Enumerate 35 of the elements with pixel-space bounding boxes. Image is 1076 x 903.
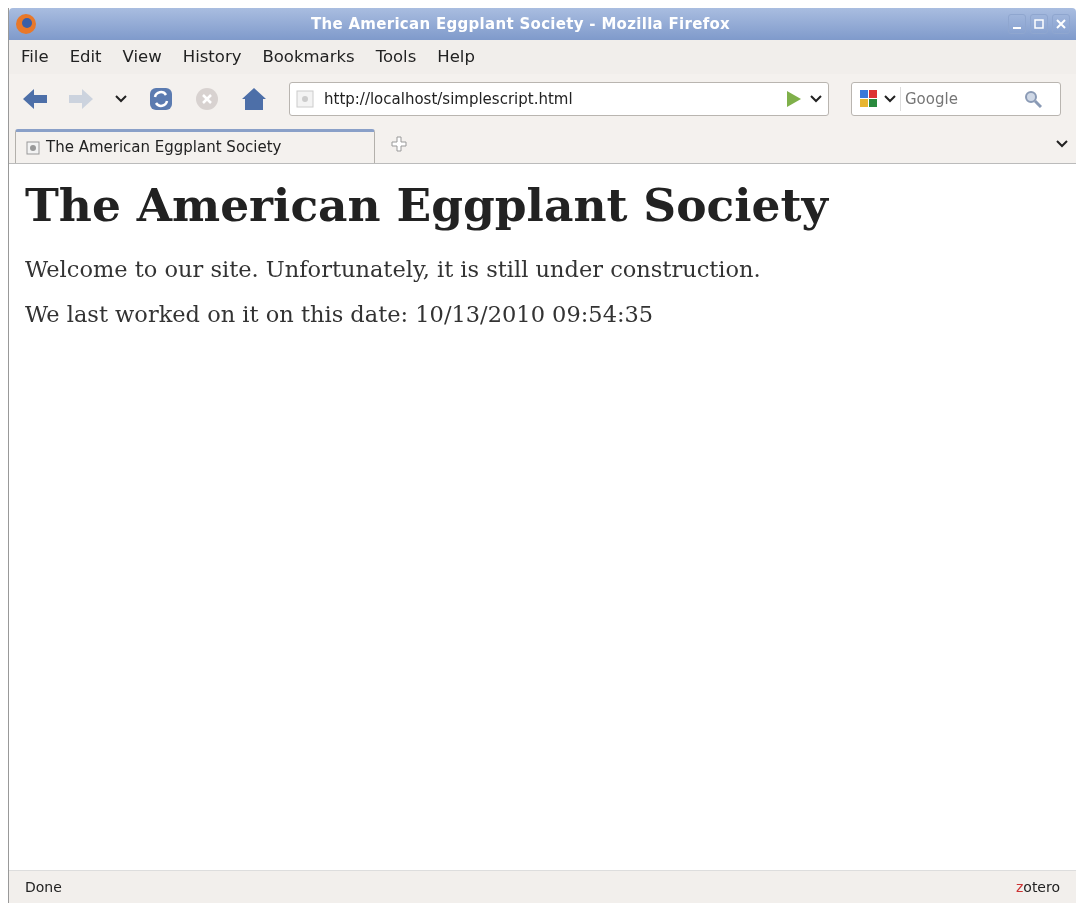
maximize-button[interactable] <box>1030 14 1048 34</box>
search-engine-icon[interactable] <box>858 88 880 110</box>
minimize-icon <box>1013 27 1021 29</box>
page-icon <box>296 90 314 108</box>
menu-item[interactable]: Edit <box>69 44 102 70</box>
reload-icon[interactable] <box>149 87 173 111</box>
page-heading: The American Eggplant Society <box>25 178 830 233</box>
maximize-icon <box>1034 19 1044 29</box>
menu-item[interactable]: History <box>182 44 242 70</box>
search-icon[interactable] <box>1024 90 1042 108</box>
home-icon[interactable] <box>241 87 267 111</box>
back-arrow-icon[interactable] <box>23 89 47 109</box>
minimize-button[interactable] <box>1008 14 1026 34</box>
dropdown-caret-icon[interactable] <box>810 95 822 103</box>
menu-item[interactable]: File <box>21 44 49 70</box>
paragraph: We last worked on it on this date: 10/13/2010 09:54:35 <box>25 300 655 330</box>
address-bar[interactable]: http://localhost/simplescript.html <box>289 82 829 116</box>
paragraph: Welcome to our site. Unfortunately, it is still under construction. <box>25 254 762 284</box>
tab-list-caret-icon[interactable] <box>1056 140 1068 148</box>
search-field[interactable]: Google <box>851 82 1061 116</box>
menu-item[interactable]: Bookmarks <box>262 44 355 70</box>
addon-label[interactable]: zotero <box>1015 876 1060 898</box>
status-text: Done <box>25 877 62 897</box>
close-icon <box>1056 19 1066 29</box>
window-title: The American Eggplant Society - Mozilla Firefox <box>309 13 732 35</box>
browser-tab[interactable]: The American Eggplant Society <box>15 129 375 163</box>
page-icon <box>26 140 40 155</box>
menu-item[interactable]: Tools <box>375 44 417 70</box>
menu-item[interactable]: Help <box>437 44 475 70</box>
close-button[interactable] <box>1052 14 1070 34</box>
go-arrow-icon[interactable] <box>786 90 802 108</box>
dropdown-caret-icon[interactable] <box>884 95 896 103</box>
browser-logo-icon <box>15 13 37 35</box>
menu-item[interactable]: View <box>122 44 162 70</box>
dropdown-caret-icon[interactable] <box>115 95 127 103</box>
